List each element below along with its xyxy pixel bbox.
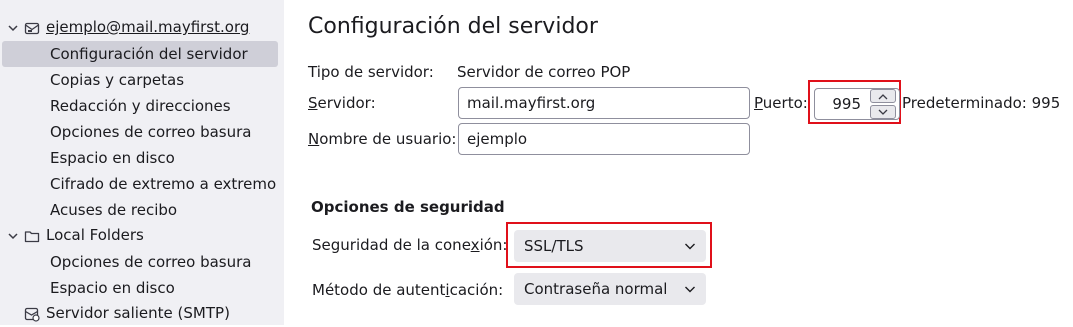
auth-method-label-post: cación: <box>449 281 504 299</box>
outgoing-server-icon <box>24 307 40 322</box>
sidebar-account-name: ejemplo@mail.mayfirst.org <box>46 18 250 36</box>
sidebar-local-folders-name: Local Folders <box>46 226 144 244</box>
server-label-accesskey: S <box>308 94 318 112</box>
username-label: Nombre de usuario: <box>308 130 456 148</box>
account-sidebar: ejemplo@mail.mayfirst.org Configuración … <box>0 0 284 325</box>
sidebar-item-label: Espacio en disco <box>50 279 175 297</box>
auth-method-label-pre: Método de autent <box>312 281 446 299</box>
port-highlight <box>808 80 901 124</box>
security-section-title: Opciones de seguridad <box>311 198 505 216</box>
sidebar-item-e2e-encryption[interactable]: Cifrado de extremo a extremo <box>0 171 278 197</box>
username-field[interactable] <box>458 123 750 155</box>
sidebar-smtp-label: Servidor saliente (SMTP) <box>46 304 230 322</box>
auth-method-select[interactable]: Contraseña normal <box>514 273 706 305</box>
folder-icon <box>24 231 40 243</box>
sidebar-item-label: Cifrado de extremo a extremo <box>50 175 277 193</box>
port-label: Puerto: <box>754 94 808 112</box>
server-label-text: ervidor: <box>317 94 376 112</box>
sidebar-item-smtp[interactable]: Servidor saliente (SMTP) <box>0 301 278 327</box>
sidebar-item-label: Opciones de correo basura <box>50 253 252 271</box>
server-type-label: Tipo de servidor: <box>308 63 434 81</box>
spin-up-button[interactable] <box>870 89 896 103</box>
sidebar-item-junk[interactable]: Opciones de correo basura <box>0 119 278 145</box>
chevron-down-icon <box>685 286 695 293</box>
sidebar-item-local-junk[interactable]: Opciones de correo basura <box>0 249 278 275</box>
sidebar-item-label: Espacio en disco <box>50 149 175 167</box>
chevron-down-icon[interactable] <box>6 229 20 243</box>
port-label-text: uerto: <box>762 94 808 112</box>
sidebar-item-disk-space[interactable]: Espacio en disco <box>0 145 278 171</box>
server-label: Servidor: <box>308 94 376 112</box>
server-hostname-field[interactable] <box>458 87 750 119</box>
sidebar-item-copies-folders[interactable]: Copias y carpetas <box>0 67 278 93</box>
sidebar-local-folders-row[interactable]: Local Folders <box>0 223 278 249</box>
account-mail-icon <box>24 22 40 35</box>
sidebar-item-label: Acuses de recibo <box>50 201 178 219</box>
sidebar-item-label: Redacción y direcciones <box>50 97 231 115</box>
connection-security-highlight: SSL/TLS <box>506 222 712 268</box>
sidebar-item-label: Copias y carpetas <box>50 71 185 89</box>
sidebar-item-local-disk-space[interactable]: Espacio en disco <box>0 275 278 301</box>
page-title: Configuración del servidor <box>308 14 598 39</box>
auth-method-value: Contraseña normal <box>524 280 668 298</box>
connection-security-label-pre: Seguridad de la cone <box>312 236 471 254</box>
sidebar-account-row[interactable]: ejemplo@mail.mayfirst.org <box>0 15 278 41</box>
username-label-text: ombre de usuario: <box>319 130 457 148</box>
sidebar-item-label: Configuración del servidor <box>50 45 248 63</box>
connection-security-label-accesskey: x <box>470 236 480 254</box>
connection-security-value: SSL/TLS <box>524 237 584 255</box>
connection-security-select[interactable]: SSL/TLS <box>514 230 706 262</box>
port-label-accesskey: P <box>754 94 763 112</box>
chevron-down-icon[interactable] <box>6 21 20 35</box>
auth-method-label: Método de autenticación: <box>312 281 503 299</box>
spin-down-button[interactable] <box>870 105 896 119</box>
sidebar-item-server-settings[interactable]: Configuración del servidor <box>2 41 278 67</box>
spin-up-icon <box>878 93 888 99</box>
spin-down-icon <box>878 109 888 115</box>
chevron-down-icon <box>685 243 695 250</box>
connection-security-label-post: ión: <box>479 236 508 254</box>
sidebar-item-receipts[interactable]: Acuses de recibo <box>0 197 278 223</box>
sidebar-item-composition[interactable]: Redacción y direcciones <box>0 93 278 119</box>
username-label-accesskey: N <box>308 130 320 148</box>
sidebar-item-label: Opciones de correo basura <box>50 123 252 141</box>
server-type-value: Servidor de correo POP <box>457 63 631 81</box>
port-default-text: Predeterminado: 995 <box>902 94 1061 112</box>
port-spinner <box>870 89 896 119</box>
connection-security-label: Seguridad de la conexión: <box>312 236 507 254</box>
server-settings-panel: Configuración del servidor Tipo de servi… <box>284 0 1073 325</box>
